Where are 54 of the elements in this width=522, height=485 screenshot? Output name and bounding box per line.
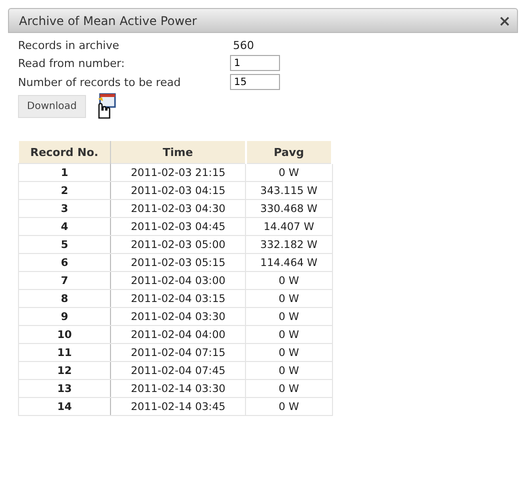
table-cell: 2 <box>18 182 111 200</box>
table-cell: 332.182 W <box>246 236 332 254</box>
table-cell: 0 W <box>246 308 332 326</box>
table-cell: 11 <box>18 344 111 362</box>
table-cell: 343.115 W <box>246 182 332 200</box>
table-cell: 2011-02-04 03:15 <box>110 290 246 308</box>
table-cell: 0 W <box>246 326 332 344</box>
table-cell: 0 W <box>246 164 332 182</box>
table-cell: 330.468 W <box>246 200 332 218</box>
close-button[interactable]: × <box>498 12 511 30</box>
table-cell: 0 W <box>246 272 332 290</box>
column-header: Record No. <box>18 141 111 164</box>
table-cell: 0 W <box>246 398 332 416</box>
table-cell: 13 <box>18 380 111 398</box>
table-cell: 2011-02-04 03:00 <box>110 272 246 290</box>
table-cell: 3 <box>18 200 111 218</box>
table-cell: 2011-02-03 04:45 <box>110 218 246 236</box>
table-cell: 0 W <box>246 380 332 398</box>
input-field[interactable]: 1 <box>230 55 280 71</box>
column-header: Time <box>110 141 246 164</box>
table-cell: 10 <box>18 326 111 344</box>
table-cell: 1 <box>18 164 111 182</box>
table-cell: 2011-02-04 07:45 <box>110 362 246 380</box>
column-header: Pavg <box>246 141 332 164</box>
table-cell: 2011-02-03 04:30 <box>110 200 246 218</box>
form-value: 560 <box>232 39 255 52</box>
form-label: Read from number: <box>18 56 126 70</box>
table-cell: 2011-02-03 04:15 <box>110 182 246 200</box>
table-cell: 0 W <box>246 344 332 362</box>
table-cell: 9 <box>18 308 111 326</box>
table-cell: 6 <box>18 254 111 272</box>
table-cell: 12 <box>18 362 111 380</box>
table-cell: 0 W <box>246 290 332 308</box>
table-cell: 2011-02-03 05:00 <box>110 236 246 254</box>
window-title: Archive of Mean Active Power <box>19 14 197 28</box>
table-cell: 2011-02-03 05:15 <box>110 254 246 272</box>
table-cell: 8 <box>18 290 111 308</box>
table-cell: 2011-02-04 07:15 <box>110 344 246 362</box>
form-label: Number of records to be read <box>18 76 182 88</box>
table-cell: 2011-02-04 04:00 <box>110 326 246 344</box>
form-label: Records in archive <box>18 39 120 52</box>
table-cell: 7 <box>18 272 111 290</box>
download-button[interactable]: Download <box>18 94 86 118</box>
table-cell: 114.464 W <box>246 254 332 272</box>
table-cell: 2011-02-14 03:30 <box>110 380 246 398</box>
table-cell: 2011-02-03 21:15 <box>110 164 246 182</box>
table-cell: 2011-02-04 03:30 <box>110 308 246 326</box>
table-cell: 4 <box>18 218 111 236</box>
table-cell: 14.407 W <box>246 218 332 236</box>
table-cell: 5 <box>18 236 111 254</box>
table-cell: 14 <box>18 398 111 416</box>
input-field[interactable]: 15 <box>230 74 280 90</box>
table-cell: 2011-02-14 03:45 <box>110 398 246 416</box>
table-cell: 0 W <box>246 362 332 380</box>
